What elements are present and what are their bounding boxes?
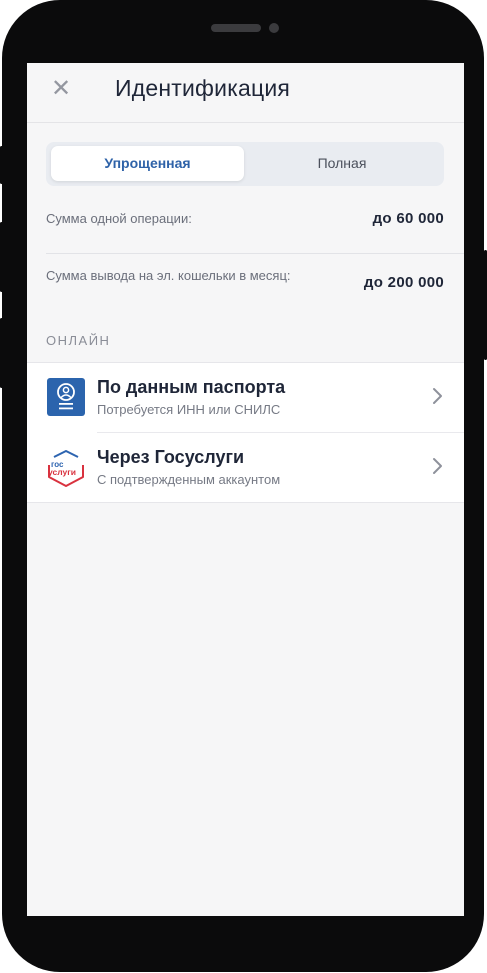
volume-up-button: [0, 222, 3, 292]
tab-full[interactable]: Полная: [244, 146, 440, 181]
close-icon[interactable]: ✕: [49, 77, 73, 101]
speaker-grille: [211, 24, 261, 32]
limit-row-wallet-withdrawal: Сумма вывода на эл. кошельки в месяц: до…: [46, 267, 444, 301]
option-title: Через Госуслуги: [97, 447, 245, 467]
gos-logo-bottom: услуги: [48, 467, 76, 477]
identification-type-switch: Упрощенная Полная: [46, 142, 444, 186]
option-gosuslugi[interactable]: гос услуги Через Госуслуги С подтвержден…: [27, 433, 464, 502]
volume-down-button: [0, 318, 3, 388]
section-title-online: ОНЛАЙН: [46, 333, 111, 348]
phone-frame: ✕ Идентификация Упрощенная Полная Сумма …: [2, 0, 484, 972]
side-button: [0, 146, 3, 184]
limit-row-single-operation: Сумма одной операции: до 60 000: [46, 207, 444, 231]
chevron-right-icon: [433, 388, 442, 404]
passport-icon: [47, 378, 85, 416]
limit-label: Сумма одной операции:: [46, 211, 192, 226]
app-screen: ✕ Идентификация Упрощенная Полная Сумма …: [27, 63, 464, 916]
front-camera: [269, 23, 279, 33]
option-subtitle: Потребуется ИНН или СНИЛС: [97, 402, 281, 417]
chevron-right-icon: [433, 458, 442, 474]
option-title: По данным паспорта: [97, 377, 286, 397]
option-passport[interactable]: По данным паспорта Потребуется ИНН или С…: [27, 363, 464, 433]
limit-value: до 200 000: [363, 274, 444, 291]
limit-value: до 60 000: [372, 210, 444, 227]
identification-options-list: По данным паспорта Потребуется ИНН или С…: [27, 362, 464, 503]
tab-simplified[interactable]: Упрощенная: [51, 146, 244, 181]
limit-label: Сумма вывода на эл. кошельки в месяц:: [46, 268, 291, 283]
option-subtitle: С подтвержденным аккаунтом: [97, 472, 281, 487]
divider: [46, 253, 464, 254]
top-bar: ✕ Идентификация: [27, 63, 464, 123]
gosuslugi-icon: гос услуги: [45, 448, 87, 490]
page-title: Идентификация: [115, 75, 291, 101]
